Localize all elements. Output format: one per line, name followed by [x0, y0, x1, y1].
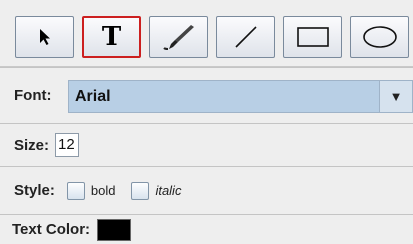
text-color-row: Text Color:	[0, 214, 413, 244]
style-row: Style: bold italic	[0, 166, 413, 214]
text-tool-button[interactable]: T	[82, 16, 141, 58]
line-icon	[234, 26, 257, 48]
brush-tool-button[interactable]	[149, 16, 208, 58]
rectangle-icon	[296, 27, 329, 47]
text-color-swatch[interactable]	[97, 218, 132, 241]
size-label: Size:	[14, 136, 50, 154]
chevron-down-icon[interactable]: ▼	[379, 81, 412, 112]
italic-checkbox-label[interactable]: italic	[155, 183, 181, 198]
ellipse-icon	[362, 26, 397, 48]
text-tool-icon: T	[101, 22, 122, 52]
size-row: Size: 12	[0, 123, 413, 166]
text-color-label: Text Color:	[12, 221, 91, 238]
bold-checkbox-label[interactable]: bold	[91, 183, 116, 198]
ellipse-tool-button[interactable]	[350, 16, 409, 58]
style-label: Style:	[14, 182, 55, 199]
select-tool-button[interactable]	[15, 16, 74, 58]
font-dropdown-value: Arial	[75, 87, 111, 105]
font-dropdown[interactable]: Arial ▼	[68, 80, 413, 113]
arrow-pointer-icon	[39, 29, 50, 45]
font-row: Font: Arial ▼	[0, 67, 413, 123]
bold-checkbox[interactable]	[66, 181, 85, 200]
size-input[interactable]: 12	[55, 133, 80, 157]
line-tool-button[interactable]	[216, 16, 275, 58]
font-label: Font:	[14, 87, 52, 104]
rectangle-tool-button[interactable]	[283, 16, 342, 58]
brush-icon	[162, 25, 194, 50]
italic-checkbox[interactable]	[131, 181, 150, 200]
tool-palette: T	[0, 0, 413, 67]
